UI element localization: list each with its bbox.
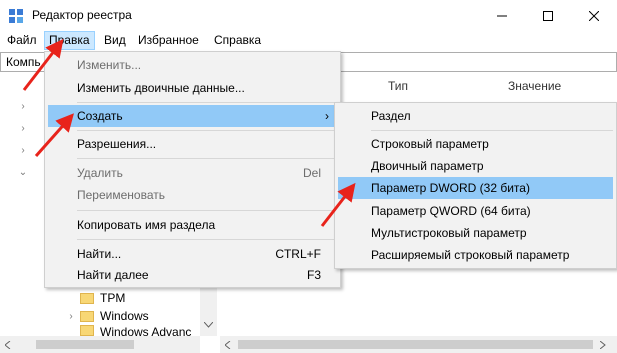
arrow-to-new-item <box>34 113 74 157</box>
arrow-to-edit-menu <box>22 38 64 91</box>
annotation-arrows <box>22 38 356 227</box>
arrow-to-dword-item <box>320 182 356 227</box>
